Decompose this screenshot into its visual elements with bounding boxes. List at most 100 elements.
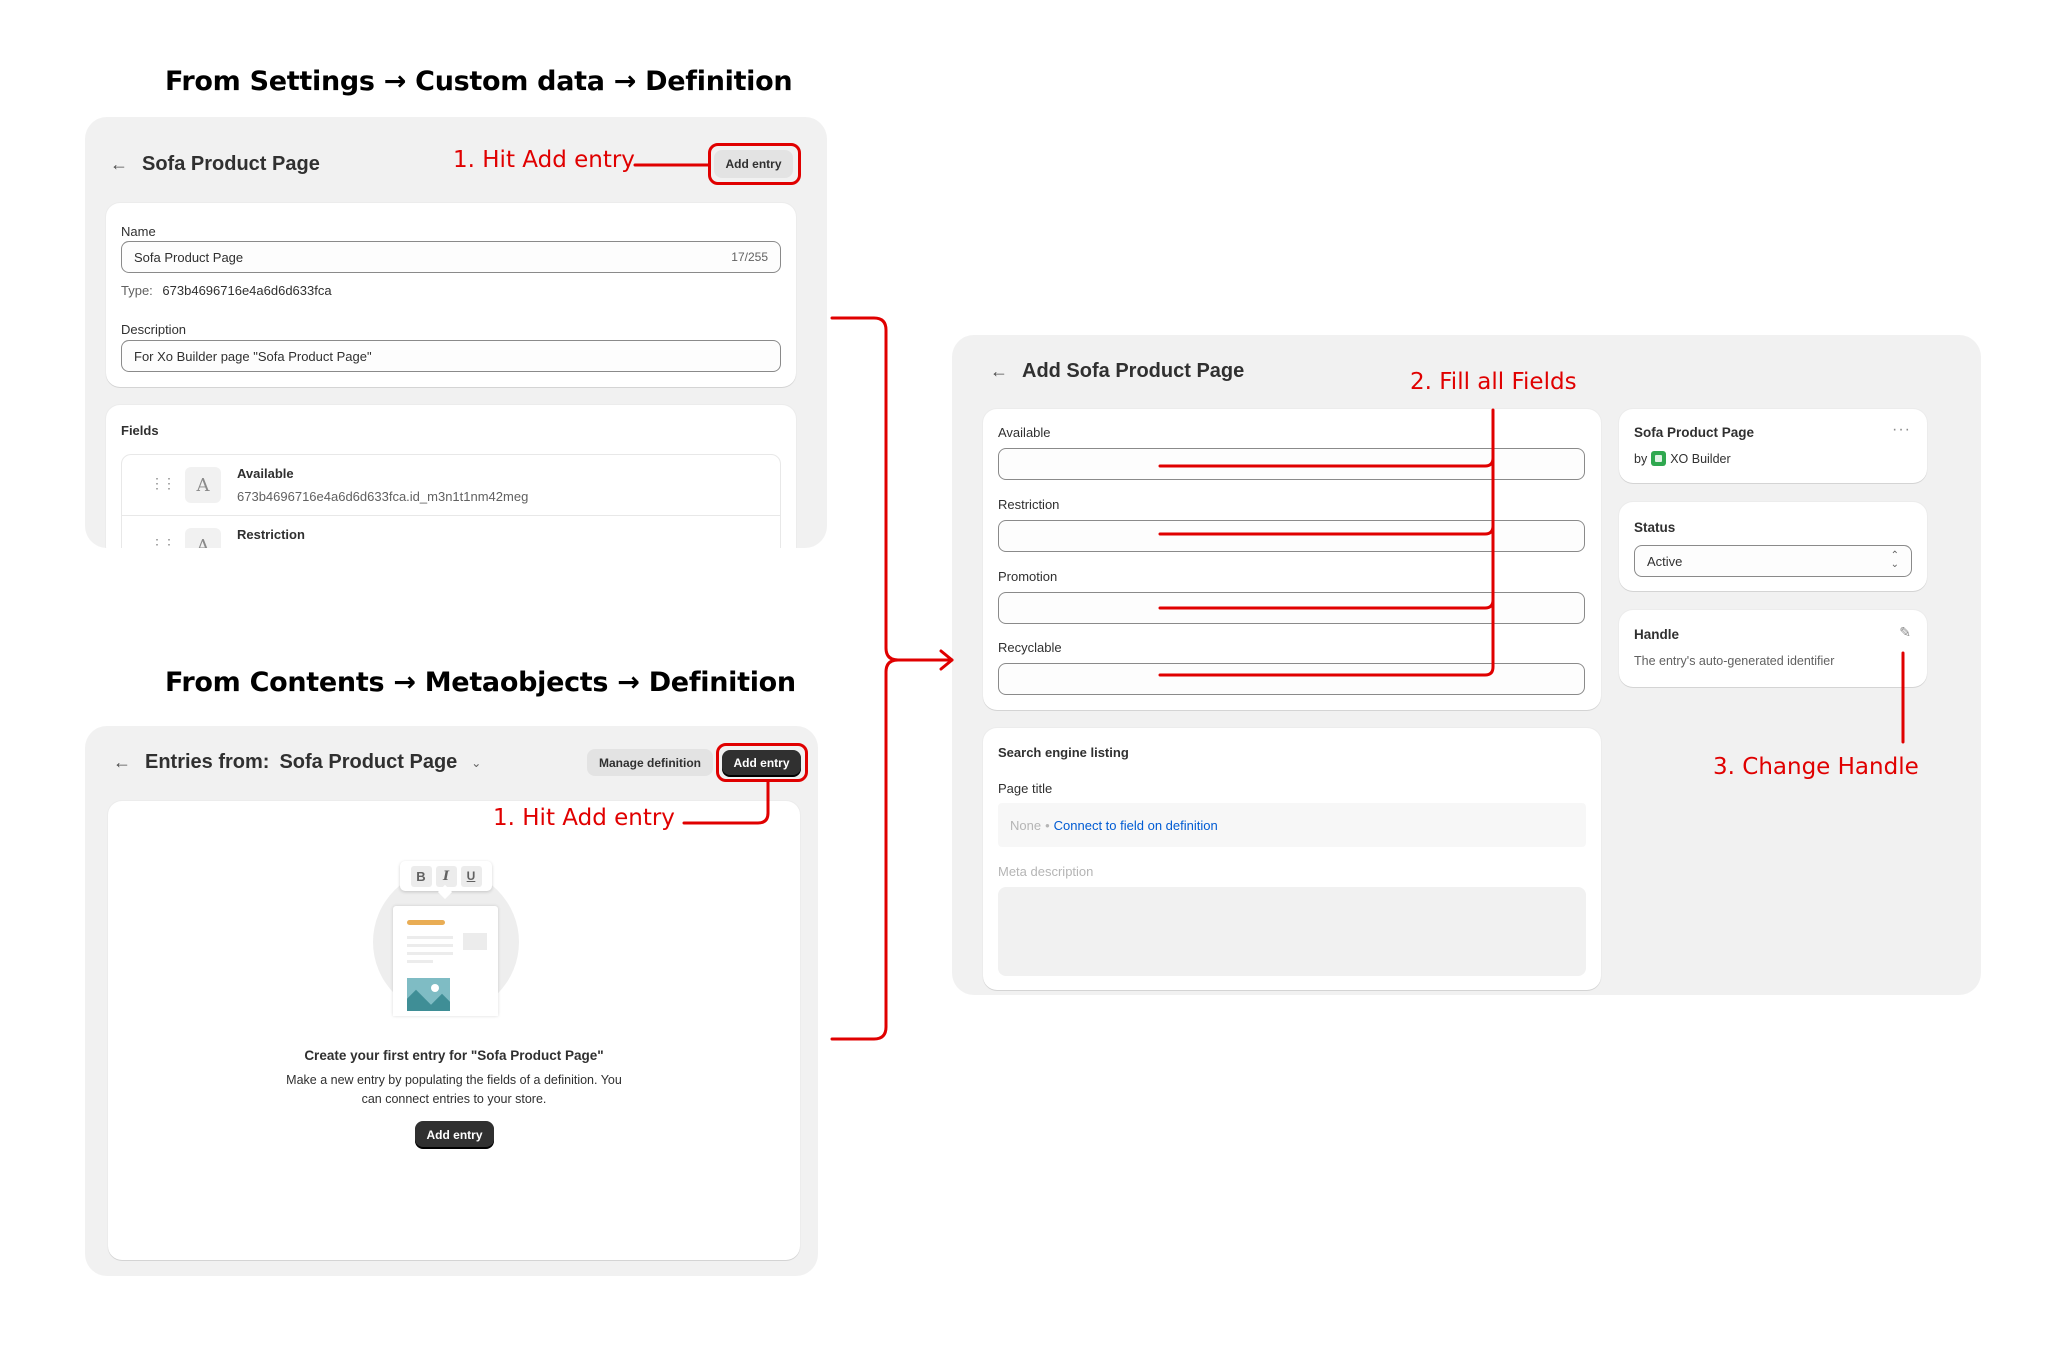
add-entry-highlight bbox=[716, 743, 808, 782]
annotation-hit-add-entry-1: 1. Hit Add entry bbox=[453, 147, 635, 173]
separator-dot: • bbox=[1045, 817, 1050, 833]
field-label: Recyclable bbox=[998, 640, 1062, 655]
italic-icon: I bbox=[435, 865, 457, 887]
entries-title[interactable]: Sofa Product Page bbox=[279, 751, 457, 774]
promotion-input[interactable] bbox=[998, 592, 1585, 624]
handle-heading: Handle bbox=[1634, 627, 1680, 642]
recyclable-input[interactable] bbox=[998, 663, 1585, 695]
add-entry-highlight bbox=[708, 143, 801, 185]
entries-panel: ← Entries from: Sofa Product Page ⌄ Mana… bbox=[85, 726, 818, 1276]
type-label: Type: bbox=[121, 283, 153, 298]
field-row[interactable]: ⋮⋮ A Restriction bbox=[122, 516, 780, 548]
page-title-field: None • Connect to field on definition bbox=[998, 803, 1586, 847]
field-name: Available bbox=[237, 466, 294, 481]
name-value: Sofa Product Page bbox=[134, 249, 244, 265]
definition-title: Sofa Product Page bbox=[142, 153, 320, 175]
edit-pencil-icon[interactable]: ✎ bbox=[1899, 624, 1911, 641]
field-row[interactable]: ⋮⋮ A Available 673b4696716e4a6d6d633fca.… bbox=[122, 455, 780, 516]
fields-list: ⋮⋮ A Available 673b4696716e4a6d6d633fca.… bbox=[121, 454, 781, 548]
add-entry-title: Add Sofa Product Page bbox=[1022, 360, 1245, 382]
illustration-text-line bbox=[407, 952, 453, 955]
connect-to-field-link[interactable]: Connect to field on definition bbox=[1054, 818, 1218, 833]
illustration-text-line bbox=[407, 944, 453, 947]
handle-card: Handle ✎ The entry's auto-generated iden… bbox=[1619, 610, 1927, 687]
field-key: 673b4696716e4a6d6d633fca.id_m3n1t1nm42me… bbox=[237, 489, 529, 504]
name-char-counter: 17/255 bbox=[731, 250, 768, 264]
back-arrow-icon[interactable]: ← bbox=[990, 361, 1008, 382]
empty-state-card: B I U Create your first entry for "Sofa … bbox=[108, 801, 800, 1260]
back-arrow-icon[interactable]: ← bbox=[110, 154, 128, 175]
illustration-document bbox=[393, 906, 498, 1016]
back-arrow-icon[interactable]: ← bbox=[113, 752, 131, 773]
type-value: 673b4696716e4a6d6d633fca bbox=[162, 283, 332, 298]
more-actions-icon[interactable]: ··· bbox=[1892, 421, 1911, 439]
empty-state-description-line2: can connect entries to your store. bbox=[361, 1092, 547, 1106]
field-name: Restriction bbox=[237, 527, 305, 542]
fields-card: Fields ⋮⋮ A Available 673b4696716e4a6d6d… bbox=[106, 405, 796, 548]
illustration-highlight-bar bbox=[407, 920, 445, 925]
add-entry-header: ← Add Sofa Product Page bbox=[990, 360, 1244, 383]
section1-heading: From Settings → Custom data → Definition bbox=[165, 66, 793, 97]
empty-state-illustration: B I U bbox=[373, 856, 533, 1036]
name-label: Name bbox=[121, 224, 156, 239]
connector-bracket-top bbox=[830, 316, 900, 662]
search-engine-listing-card: Search engine listing Page title None • … bbox=[983, 728, 1601, 990]
bold-icon: B bbox=[410, 865, 432, 887]
seo-heading: Search engine listing bbox=[998, 745, 1129, 760]
definition-info-card: Sofa Product Page ··· by XO Builder bbox=[1619, 409, 1927, 483]
app-name: XO Builder bbox=[1670, 451, 1731, 466]
description-value: For Xo Builder page "Sofa Product Page" bbox=[134, 348, 372, 364]
image-placeholder-icon bbox=[407, 978, 450, 1011]
status-card: Status Active ⌃ ⌄ bbox=[1619, 502, 1927, 591]
illustration-text-line bbox=[407, 960, 433, 963]
name-input[interactable]: Sofa Product Page 17/255 bbox=[121, 241, 781, 273]
underline-icon: U bbox=[460, 865, 482, 887]
type-row: Type: 673b4696716e4a6d6d633fca bbox=[121, 283, 332, 298]
entries-header: ← Entries from: Sofa Product Page ⌄ bbox=[113, 751, 481, 774]
description-input[interactable]: For Xo Builder page "Sofa Product Page" bbox=[121, 340, 781, 372]
app-attribution: by XO Builder bbox=[1634, 451, 1731, 466]
description-label: Description bbox=[121, 322, 187, 337]
field-label: Available bbox=[998, 425, 1051, 440]
connector-bracket-bottom bbox=[830, 658, 900, 1041]
annotation-fill-all-fields: 2. Fill all Fields bbox=[1410, 369, 1577, 395]
annotation-change-handle: 3. Change Handle bbox=[1713, 754, 1919, 780]
status-heading: Status bbox=[1634, 520, 1676, 535]
entries-title-prefix: Entries from: bbox=[145, 751, 270, 773]
definition-details-card: Name Sofa Product Page 17/255 Type: 673b… bbox=[106, 203, 796, 387]
illustration-format-toolbar: B I U bbox=[400, 861, 492, 900]
status-value: Active bbox=[1647, 553, 1683, 569]
empty-state-description-line1: Make a new entry by populating the field… bbox=[286, 1073, 622, 1087]
manage-definition-button[interactable]: Manage definition bbox=[587, 749, 713, 776]
chevron-down-icon[interactable]: ⌄ bbox=[471, 756, 481, 770]
select-chevron-icon: ⌃ ⌄ bbox=[1890, 550, 1899, 570]
illustration-text-line bbox=[407, 936, 453, 939]
definition-name: Sofa Product Page bbox=[1634, 425, 1755, 440]
drag-handle-icon[interactable]: ⋮⋮ bbox=[150, 536, 176, 548]
meta-description-textarea[interactable] bbox=[998, 887, 1586, 976]
available-input[interactable] bbox=[998, 448, 1585, 480]
meta-description-label: Meta description bbox=[998, 864, 1094, 879]
by-label: by bbox=[1634, 451, 1648, 466]
annotation-hit-add-entry-2: 1. Hit Add entry bbox=[493, 805, 675, 831]
add-entry-panel: ← Add Sofa Product Page Available Restri… bbox=[952, 335, 1981, 995]
page-title-none: None bbox=[1010, 817, 1042, 833]
xo-builder-app-icon bbox=[1651, 451, 1667, 466]
restriction-input[interactable] bbox=[998, 520, 1585, 552]
page-title-label: Page title bbox=[998, 781, 1053, 796]
text-field-type-icon: A bbox=[185, 528, 221, 548]
definition-header: ← Sofa Product Page bbox=[110, 153, 320, 176]
field-label: Promotion bbox=[998, 569, 1058, 584]
text-field-type-icon: A bbox=[185, 467, 221, 503]
fields-heading: Fields bbox=[121, 423, 159, 438]
handle-description: The entry's auto-generated identifier bbox=[1634, 654, 1835, 668]
drag-handle-icon[interactable]: ⋮⋮ bbox=[150, 475, 176, 492]
empty-state-add-entry-button[interactable]: Add entry bbox=[415, 1121, 494, 1148]
empty-state-title: Create your first entry for "Sofa Produc… bbox=[304, 1048, 604, 1063]
status-select[interactable]: Active ⌃ ⌄ bbox=[1634, 545, 1912, 577]
entry-fields-card: Available Restriction Promotion Recyclab… bbox=[983, 409, 1601, 710]
section2-heading: From Contents → Metaobjects → Definition bbox=[165, 667, 796, 698]
illustration-thumb bbox=[463, 933, 487, 950]
connector-arrow-head bbox=[939, 649, 954, 671]
field-label: Restriction bbox=[998, 497, 1060, 512]
